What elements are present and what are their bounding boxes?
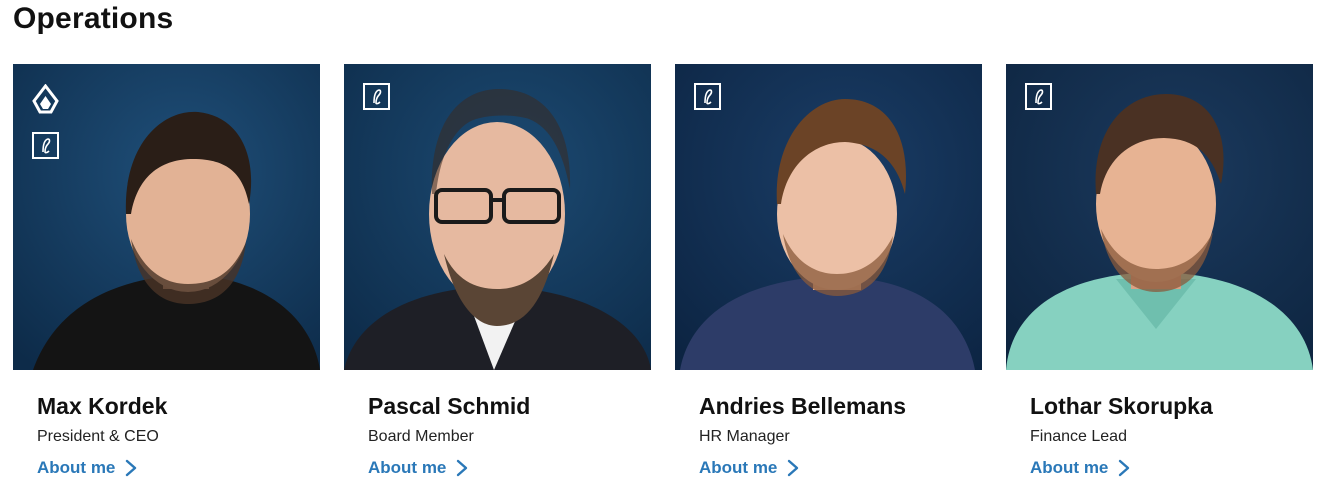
about-me-label: About me — [368, 458, 447, 477]
script-l-badge-icon — [363, 83, 390, 110]
person-role: Board Member — [368, 428, 474, 445]
chevron-right-icon — [788, 459, 799, 477]
about-me-label: About me — [37, 458, 116, 477]
portrait-illustration — [1006, 64, 1313, 370]
about-me-label: About me — [699, 458, 778, 477]
profile-photo[interactable] — [344, 64, 651, 370]
about-me-link[interactable]: About me — [1030, 458, 1130, 478]
about-me-link[interactable]: About me — [699, 458, 799, 478]
person-name: Lothar Skorupka — [1030, 393, 1213, 419]
script-l-badge-icon — [694, 83, 721, 110]
script-l-badge-icon — [32, 132, 59, 159]
person-name: Max Kordek — [37, 393, 168, 419]
portrait-illustration — [675, 64, 982, 370]
team-card: Max Kordek President & CEO About me — [13, 64, 320, 484]
portrait-illustration — [344, 64, 651, 370]
person-name: Pascal Schmid — [368, 393, 531, 419]
team-grid: Max Kordek President & CEO About me Pasc… — [13, 64, 1313, 484]
person-role: President & CEO — [37, 428, 159, 445]
person-role: HR Manager — [699, 428, 790, 445]
team-card: Lothar Skorupka Finance Lead About me — [1006, 64, 1313, 484]
about-me-link[interactable]: About me — [368, 458, 468, 478]
person-name: Andries Bellemans — [699, 393, 907, 419]
chevron-right-icon — [1119, 459, 1130, 477]
team-card: Pascal Schmid Board Member About me — [344, 64, 651, 484]
portrait-illustration — [13, 64, 320, 370]
chevron-right-icon — [126, 459, 137, 477]
diamond-logo-icon — [32, 84, 59, 114]
script-l-badge-icon — [1025, 83, 1052, 110]
profile-photo[interactable] — [13, 64, 320, 370]
person-role: Finance Lead — [1030, 428, 1127, 445]
profile-photo[interactable] — [675, 64, 982, 370]
chevron-right-icon — [457, 459, 468, 477]
team-card: Andries Bellemans HR Manager About me — [675, 64, 982, 484]
about-me-label: About me — [1030, 458, 1109, 477]
profile-photo[interactable] — [1006, 64, 1313, 370]
section-title: Operations — [13, 2, 174, 35]
about-me-link[interactable]: About me — [37, 458, 137, 478]
